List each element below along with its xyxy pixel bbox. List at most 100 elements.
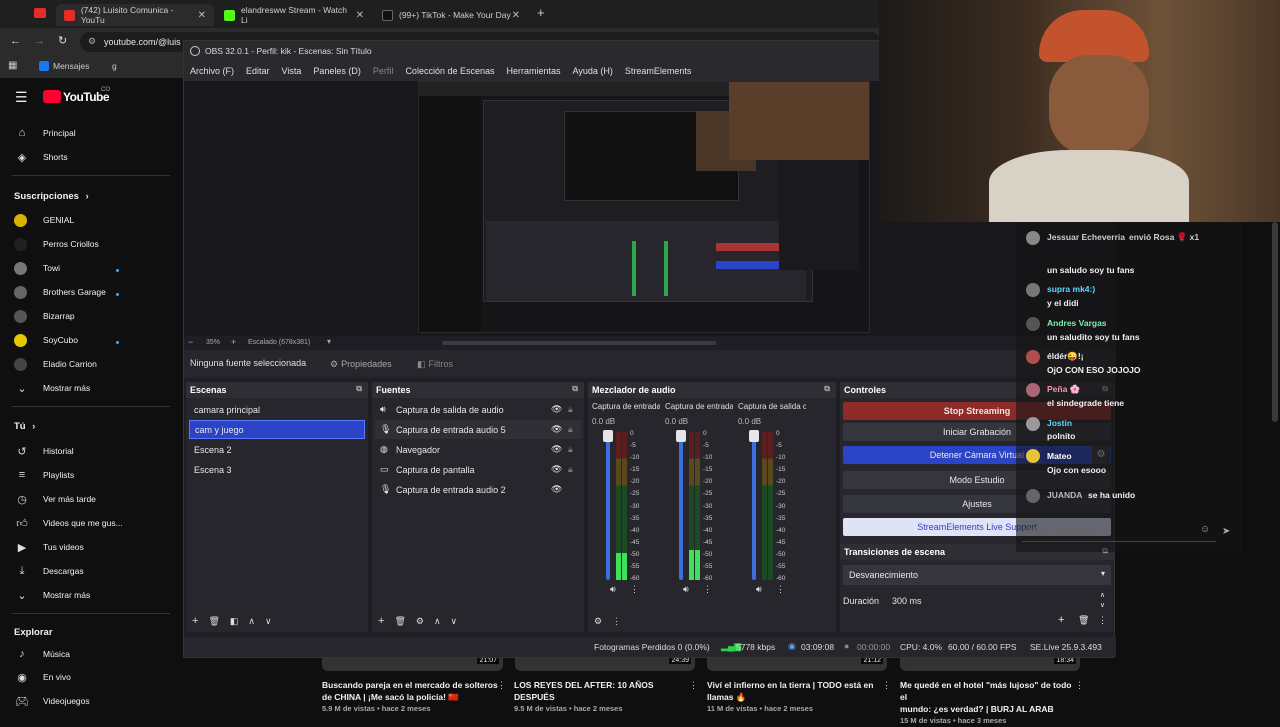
you-tus-videos[interactable]: ▶ Tus videos <box>14 537 84 557</box>
sub-item-bizarrap[interactable]: Bizarrap <box>14 306 75 326</box>
mute-speaker-icon[interactable]: 🔊︎ <box>683 584 689 595</box>
sub-item-eladio-carrion[interactable]: Eladio Carrion <box>14 354 97 374</box>
volume-slider-handle[interactable] <box>603 430 613 442</box>
you-historial[interactable]: ↺ Historial <box>14 441 73 461</box>
video-card[interactable]: Buscando pareja en el mercado de soltero… <box>322 679 507 715</box>
trash-icon[interactable]: 🗑︎ <box>394 616 405 627</box>
explore-en-vivo[interactable]: ◉ En vivo <box>14 667 71 687</box>
scene-item[interactable]: Escena 3 <box>189 460 365 479</box>
emoji-icon[interactable]: ☺ <box>1200 524 1210 535</box>
new-tab-icon[interactable]: + <box>537 5 545 20</box>
you-ver-mas-tarde[interactable]: ◷ Ver más tarde <box>14 489 96 509</box>
source-item[interactable]: ◍ Navegador 👁︎ 🔒︎ <box>375 440 581 459</box>
duration-stepper[interactable]: 300 ms ∧ ∨ <box>886 591 1111 611</box>
close-icon[interactable]: ✕ <box>356 10 364 21</box>
filter-icon[interactable]: ◧ <box>230 616 239 627</box>
sub-item-perros-criollos[interactable]: Perros Criollos <box>14 234 99 254</box>
eye-icon[interactable]: 👁︎ <box>551 424 562 435</box>
close-icon[interactable]: ✕ <box>198 10 206 21</box>
you-descargas[interactable]: ⤓ Descargas <box>14 561 84 581</box>
nav-principal[interactable]: ⌂ Principal <box>14 123 76 143</box>
subs-show-more[interactable]: ⌄ Mostrar más <box>14 378 90 398</box>
menu-perfil[interactable]: Perfil <box>373 66 394 76</box>
video-card[interactable]: LOS REYES DEL AFTER: 10 AÑOS DESPUÉS 9.5… <box>514 679 684 715</box>
chat-input[interactable]: Añade comentario... ☺ <box>1022 520 1216 542</box>
zoom-out-icon[interactable]: − <box>188 337 193 347</box>
mute-speaker-icon[interactable]: 🔊︎ <box>756 584 762 595</box>
add-icon[interactable]: + <box>1058 614 1064 626</box>
more-vert-icon[interactable]: ⋮ <box>630 584 639 595</box>
explore-musica[interactable]: ♪ Música <box>14 644 70 664</box>
stepper-down-icon[interactable]: ∨ <box>1100 601 1105 609</box>
lock-icon[interactable]: 🔒︎ <box>568 404 573 415</box>
scale-label[interactable]: Escalado (678x381) <box>248 339 310 346</box>
you-show-more[interactable]: ⌄ Mostrar más <box>14 585 90 605</box>
bookmark-mensajes[interactable]: Mensajes <box>53 61 89 71</box>
menu-ayuda[interactable]: Ayuda (H) <box>573 66 613 76</box>
menu-paneles[interactable]: Paneles (D) <box>313 66 361 76</box>
explore-videojuegos[interactable]: 🎮︎ Videojuegos <box>14 691 90 711</box>
scene-item[interactable]: camara principal <box>189 400 365 419</box>
more-vert-icon[interactable]: ⋮ <box>1075 680 1084 691</box>
back-icon[interactable]: ← <box>10 35 21 47</box>
sub-item-genial[interactable]: GENIAL <box>14 210 74 230</box>
scene-item[interactable]: Escena 2 <box>189 440 365 459</box>
arrow-up-icon[interactable]: ∧ <box>248 616 255 627</box>
sub-item-soycubo[interactable]: SoyCubo <box>14 330 78 350</box>
undock-icon[interactable]: ⧉ <box>824 384 830 394</box>
menu-streamelements[interactable]: StreamElements <box>625 66 692 76</box>
source-item[interactable]: 🎙︎ Captura de entrada audio 5 👁︎ 🔒︎ <box>375 420 581 439</box>
nav-shorts[interactable]: ◈ Shorts <box>14 147 68 167</box>
browser-tab-tiktok[interactable]: (99+) TikTok - Make Your Day ✕ <box>374 4 528 26</box>
hamburger-menu-icon[interactable]: ☰ <box>15 89 28 106</box>
menu-archivo[interactable]: Archivo (F) <box>190 66 234 76</box>
youtube-logo-icon[interactable] <box>43 90 61 103</box>
video-card[interactable]: Viví el infierno en la tierra | TODO est… <box>707 679 877 715</box>
eye-icon[interactable]: 👁︎ <box>551 404 562 415</box>
more-vert-icon[interactable]: ⋮ <box>703 584 712 595</box>
lock-icon[interactable]: 🔒︎ <box>568 444 573 455</box>
zoom-level[interactable]: 35% <box>206 339 220 346</box>
add-icon[interactable]: + <box>378 615 384 627</box>
trash-icon[interactable]: 🗑︎ <box>1078 615 1089 626</box>
transition-select[interactable]: Desvanecimiento ▾ <box>843 565 1111 585</box>
volume-slider-handle[interactable] <box>749 430 759 442</box>
mixer-settings-icon[interactable]: ⚙ <box>594 616 602 627</box>
volume-slider[interactable] <box>749 430 759 580</box>
lock-icon[interactable]: 🔒︎ <box>568 424 573 435</box>
menu-coleccion-escenas[interactable]: Colección de Escenas <box>405 66 494 76</box>
gear-icon[interactable]: ⚙ <box>416 616 424 627</box>
apps-grid-icon[interactable]: ▦ <box>8 60 17 71</box>
properties-button[interactable]: ⚙ Propiedades <box>330 355 410 373</box>
source-item[interactable]: ▭ Captura de pantalla 👁︎ 🔒︎ <box>375 460 581 479</box>
sub-item-brothers-garage[interactable]: Brothers Garage <box>14 282 106 302</box>
undock-icon[interactable]: ⧉ <box>572 384 578 394</box>
reload-icon[interactable]: ↻ <box>58 34 67 47</box>
site-info-icon[interactable]: ⚙ <box>88 36 96 47</box>
you-liked-videos[interactable]: 👍︎ Videos que me gus... <box>14 513 122 533</box>
add-icon[interactable]: + <box>192 615 198 627</box>
subscriptions-header[interactable]: Suscripciones › <box>14 191 89 202</box>
volume-slider[interactable] <box>603 430 613 580</box>
page-scrollbar[interactable] <box>1272 222 1278 422</box>
lock-icon[interactable]: 🔒︎ <box>568 464 573 475</box>
filters-button[interactable]: ◧ Filtros <box>417 355 477 373</box>
more-vert-icon[interactable]: ⋮ <box>882 680 891 691</box>
menu-herramientas[interactable]: Herramientas <box>507 66 561 76</box>
arrow-up-icon[interactable]: ∧ <box>434 616 441 627</box>
more-vert-icon[interactable]: ⋮ <box>776 584 785 595</box>
eye-icon[interactable]: 👁︎ <box>551 484 562 495</box>
volume-slider-handle[interactable] <box>676 430 686 442</box>
preview-scrollbar[interactable] <box>442 341 716 345</box>
close-icon[interactable]: ✕ <box>512 10 520 21</box>
you-playlists[interactable]: ≡ Playlists <box>14 465 74 485</box>
zoom-in-icon[interactable]: + <box>231 337 236 347</box>
volume-slider[interactable] <box>676 430 686 580</box>
undock-icon[interactable]: ⧉ <box>356 384 362 394</box>
source-item[interactable]: 🔊︎ Captura de salida de audio 👁︎ 🔒︎ <box>375 400 581 419</box>
bookmark-g[interactable]: g <box>112 61 117 71</box>
mute-speaker-icon[interactable]: 🔊︎ <box>610 584 616 595</box>
source-item[interactable]: 🎙︎ Captura de entrada audio 2 👁︎ <box>375 480 581 499</box>
more-vert-icon[interactable]: ⋮ <box>612 616 621 627</box>
preview-canvas[interactable] <box>418 81 870 333</box>
